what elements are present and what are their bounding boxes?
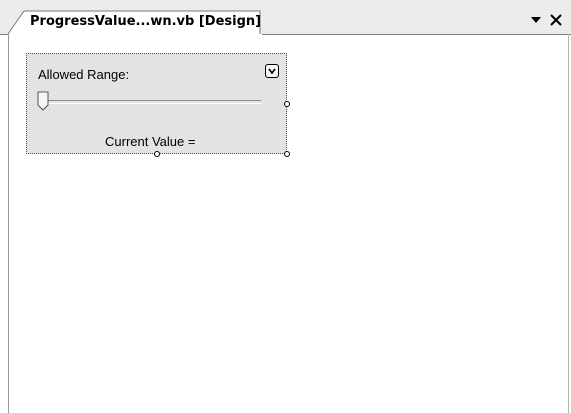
designer-window: ProgressValue...wn.vb [Design] Allowed R…: [0, 0, 571, 413]
smart-tag-icon[interactable]: [265, 64, 279, 78]
resize-handle-bottom[interactable]: [154, 151, 160, 157]
user-control[interactable]: Allowed Range: Current Value =: [26, 53, 287, 154]
allowed-range-label: Allowed Range:: [38, 67, 130, 82]
resize-handle-corner[interactable]: [284, 151, 290, 157]
close-icon[interactable]: [548, 12, 564, 28]
tab-progress-value-design[interactable]: ProgressValue...wn.vb [Design]: [8, 10, 262, 35]
slider-thumb[interactable]: [37, 91, 50, 116]
resize-handle-right[interactable]: [284, 101, 290, 107]
slider-track[interactable]: [43, 100, 261, 104]
document-left-border: [8, 34, 9, 413]
tab-title: ProgressValue...wn.vb [Design]: [30, 14, 262, 29]
chevron-down-icon[interactable]: [528, 12, 544, 28]
current-value-label: Current Value =: [105, 134, 196, 149]
document-tab-strip: ProgressValue...wn.vb [Design]: [0, 0, 571, 35]
document-right-border: [568, 34, 569, 413]
